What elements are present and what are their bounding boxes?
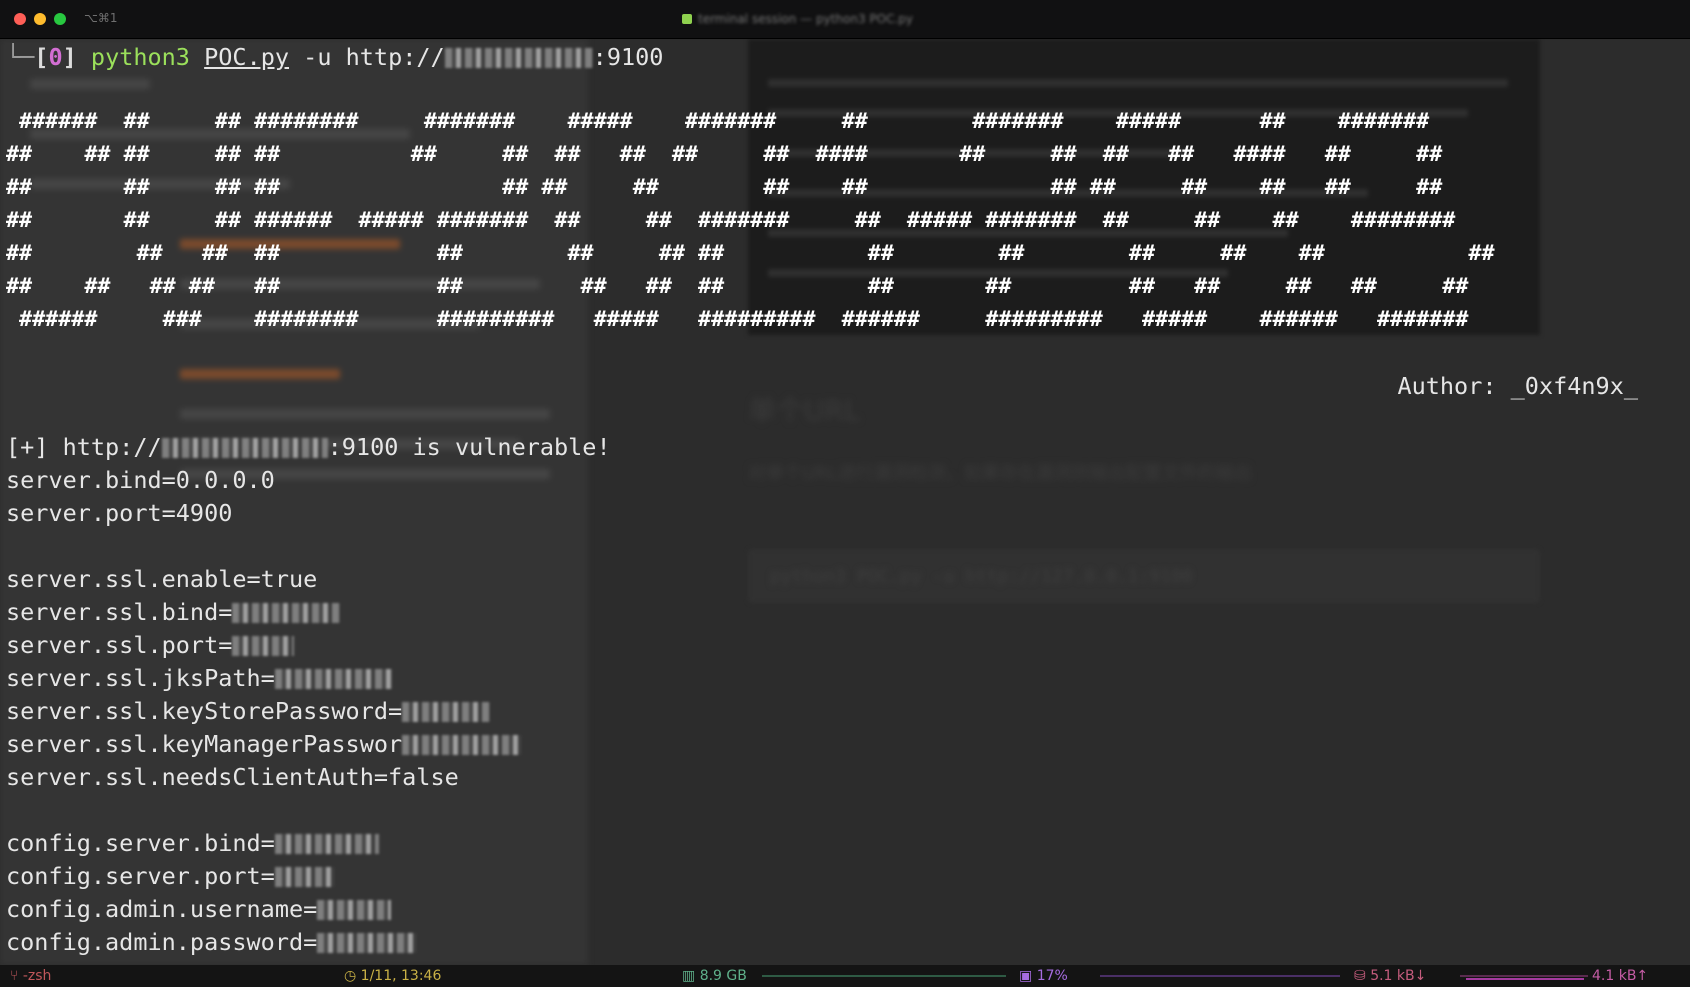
config-line: config.admin.username= — [6, 893, 392, 926]
config-line: config.admin.password= — [6, 926, 418, 959]
shell-indicator[interactable]: ⑂ -zsh — [10, 967, 51, 985]
prompt-exit-code: 0 — [48, 43, 63, 71]
redacted-value — [402, 702, 491, 722]
command-file: POC.py — [204, 43, 290, 71]
banner-line: ## ## ## ###### ##### ####### ## ## ####… — [6, 208, 1456, 233]
banner-line: ###### ## ## ######## ####### ##### ####… — [6, 109, 1443, 134]
command-program: python3 — [90, 43, 190, 71]
window-title-text: terminal session — python3 POC.py — [698, 12, 914, 26]
command-flag: -u — [303, 43, 332, 71]
clock-indicator: ◷ 1/11, 13:46 — [344, 967, 441, 985]
cpu-icon: ▣ — [1019, 968, 1033, 984]
network-graph-active — [1466, 978, 1584, 980]
terminal-icon — [682, 14, 692, 24]
cpu-graph — [1100, 975, 1340, 977]
memory-indicator: ▥ 8.9 GB — [682, 967, 747, 985]
config-line: config.server.port= — [6, 860, 335, 893]
command-line: └─[0] python3 POC.py -u http://:9100 — [6, 43, 664, 71]
zoom-window-button[interactable] — [54, 13, 66, 25]
clock-value: 1/11, 13:46 — [360, 968, 442, 984]
cpu-value: 17% — [1036, 968, 1068, 984]
command-url-suffix: :9100 — [592, 43, 664, 71]
redacted-value — [317, 933, 418, 953]
redacted-value — [274, 669, 393, 689]
banner-line: ## ## ## ## ## ## ## ## ## ## ## #### ##… — [6, 142, 1443, 167]
minimize-window-button[interactable] — [34, 13, 46, 25]
command-url-prefix: http:// — [345, 43, 445, 71]
config-line: server.ssl.jksPath= — [6, 662, 393, 695]
ascii-banner: ###### ## ## ######## ####### ##### ####… — [6, 105, 1495, 336]
config-line: server.ssl.keyStorePassword= — [6, 695, 491, 728]
memory-icon: ▥ — [682, 968, 696, 984]
banner-line: ## ## ## ## ## ## ## ## ## ## ## ## ## #… — [6, 274, 1469, 299]
tmux-status-bar: ⑂ -zsh ◷ 1/11, 13:46 ▥ 8.9 GB ▣ 17% ⛁ 5.… — [0, 965, 1690, 987]
config-line: server.bind=0.0.0.0 — [6, 466, 275, 494]
redacted-value — [317, 900, 392, 920]
network-up-indicator: 4.1 kB↑ — [1592, 967, 1648, 985]
author-credit: Author: _0xf4n9x_ — [1397, 372, 1638, 400]
memory-graph — [762, 975, 1006, 977]
redacted-value — [232, 603, 341, 623]
config-line: config.server.bind= — [6, 827, 379, 860]
config-line: server.port=4900 — [6, 499, 233, 527]
network-down-value: 5.1 kB↓ — [1370, 968, 1427, 984]
config-line: server.ssl.needsClientAuth=false — [6, 763, 459, 791]
network-down-indicator: ⛁ 5.1 kB↓ — [1354, 967, 1426, 985]
config-line: server.ssl.bind= — [6, 596, 341, 629]
prompt-corner: └─ — [6, 43, 35, 71]
network-graph — [1460, 975, 1588, 977]
banner-line: ###### ### ######## ######### ##### ####… — [6, 307, 1482, 332]
window-titlebar: ⌥⌘1 terminal session — python3 POC.py — [0, 0, 1690, 39]
terminal-output[interactable]: └─[0] python3 POC.py -u http://:9100 ###… — [0, 39, 1690, 965]
banner-line: ## ## ## ## ## ## ## ## ## ## ## ## ## #… — [6, 175, 1443, 200]
banner-line: ## ## ## ## ## ## ## ## ## ## ## ## ## #… — [6, 241, 1495, 266]
config-line: server.ssl.enable=true — [6, 565, 318, 593]
close-window-button[interactable] — [14, 13, 26, 25]
cpu-indicator: ▣ 17% — [1019, 967, 1068, 985]
network-icon: ⛁ — [1354, 968, 1366, 984]
redacted-value — [274, 834, 379, 854]
shell-name: -zsh — [22, 968, 52, 984]
config-line: server.ssl.keyManagerPasswor — [6, 728, 523, 761]
redacted-value — [232, 636, 295, 656]
window-title: terminal session — python3 POC.py — [682, 11, 913, 27]
clock-icon: ◷ — [344, 968, 357, 984]
redacted-host — [161, 438, 328, 458]
network-up-value: 4.1 kB↑ — [1592, 968, 1649, 984]
config-line: server.ssl.port= — [6, 629, 295, 662]
shell-icon: ⑂ — [10, 968, 19, 984]
vulnerable-line: [+] http://:9100 is vulnerable! — [6, 433, 611, 461]
memory-value: 8.9 GB — [699, 968, 747, 984]
redacted-value — [274, 867, 335, 887]
redacted-value — [402, 735, 523, 755]
redacted-host — [444, 48, 593, 68]
window-shortcut-label: ⌥⌘1 — [84, 11, 118, 25]
